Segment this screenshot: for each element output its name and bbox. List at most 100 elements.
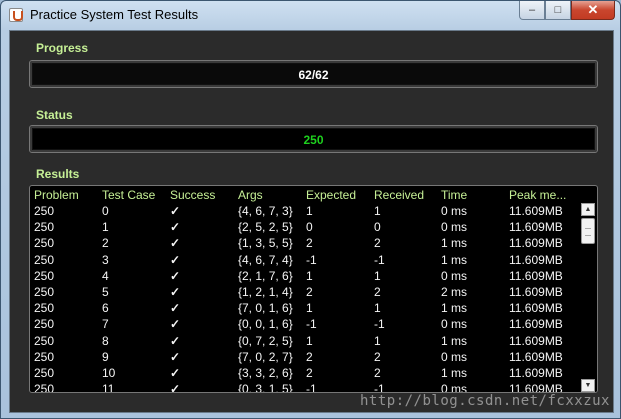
table-cell: 1 ms: [441, 365, 468, 380]
table-row[interactable]: 250 10 ✓ {3, 3, 2, 6} 2 2 1 ms 11.609MB: [30, 365, 581, 381]
table-cell: 11.609MB: [509, 252, 563, 267]
table-cell: 250: [34, 204, 55, 219]
table-cell: 2: [374, 365, 381, 380]
success-check-icon: ✓: [170, 236, 181, 251]
table-row[interactable]: 250 4 ✓ {2, 1, 7, 6} 1 1 0 ms 11.609MB: [30, 268, 581, 284]
column-header[interactable]: Received: [370, 186, 437, 203]
table-cell: 0: [374, 220, 381, 235]
table-cell: 1 ms: [441, 252, 468, 267]
success-check-icon: ✓: [170, 317, 181, 332]
progress-bar: 62/62: [29, 60, 598, 88]
table-cell: 11.609MB: [509, 268, 563, 283]
status-text: 250: [303, 133, 324, 147]
table-cell: 2: [374, 236, 381, 251]
column-header[interactable]: Peak me...: [505, 186, 581, 203]
column-header[interactable]: Success: [166, 186, 234, 203]
table-cell: 2: [306, 349, 313, 364]
success-check-icon: ✓: [170, 268, 181, 283]
table-cell: 2: [306, 285, 313, 300]
table-row[interactable]: 250 11 ✓ {0, 3, 1, 5} -1 -1 0 ms 11.609MB: [30, 381, 581, 393]
table-cell: 0 ms: [441, 349, 468, 364]
success-check-icon: ✓: [170, 301, 181, 316]
java-app-icon: [9, 8, 23, 22]
scroll-up-button[interactable]: ▲: [581, 203, 595, 216]
table-cell: 2: [306, 236, 313, 251]
table-cell: {7, 0, 1, 6}: [238, 301, 293, 316]
table-cell: 1: [374, 268, 381, 283]
table-cell: -1: [306, 382, 317, 393]
table-cell: 11.609MB: [509, 236, 563, 251]
table-cell: 11.609MB: [509, 349, 563, 364]
table-cell: -1: [306, 317, 317, 332]
window-title: Practice System Test Results: [30, 7, 199, 22]
table-row[interactable]: 250 5 ✓ {1, 2, 1, 4} 2 2 2 ms 11.609MB: [30, 284, 581, 300]
table-cell: 10: [102, 365, 116, 380]
table-cell: {4, 6, 7, 4}: [238, 252, 293, 267]
minimize-button[interactable]: –: [519, 1, 545, 20]
table-cell: -1: [374, 252, 385, 267]
table-cell: 11.609MB: [509, 204, 563, 219]
table-cell: 11.609MB: [509, 285, 563, 300]
table-cell: 1: [306, 204, 313, 219]
table-row[interactable]: 250 1 ✓ {2, 5, 2, 5} 0 0 0 ms 11.609MB: [30, 219, 581, 235]
table-row[interactable]: 250 2 ✓ {1, 3, 5, 5} 2 2 1 ms 11.609MB: [30, 235, 581, 251]
app-window: Practice System Test Results – □ ✕ Progr…: [0, 0, 621, 419]
table-cell: 11: [102, 382, 115, 393]
table-cell: {0, 7, 2, 5}: [238, 333, 293, 348]
table-cell: 0 ms: [441, 268, 468, 283]
title-bar[interactable]: Practice System Test Results – □ ✕: [1, 1, 620, 29]
column-header[interactable]: Time: [437, 186, 505, 203]
status-label: Status: [36, 108, 73, 122]
results-table-container[interactable]: Problem Test Case Success Args Expected Recei…: [29, 185, 598, 393]
table-cell: 11.609MB: [509, 317, 563, 332]
table-cell: 1: [306, 268, 313, 283]
table-cell: -1: [306, 252, 317, 267]
table-cell: 250: [34, 317, 55, 332]
table-row[interactable]: 250 7 ✓ {0, 0, 1, 6} -1 -1 0 ms 11.609MB: [30, 316, 581, 332]
success-check-icon: ✓: [170, 382, 181, 393]
column-header[interactable]: Test Case: [98, 186, 166, 203]
table-cell: 250: [34, 333, 55, 348]
status-bar: 250: [29, 125, 598, 153]
table-cell: 1: [374, 301, 381, 316]
table-cell: {0, 3, 1, 5}: [238, 382, 293, 393]
table-cell: 1 ms: [441, 301, 468, 316]
table-cell: {1, 3, 5, 5}: [238, 236, 293, 251]
column-header[interactable]: Problem: [30, 186, 98, 203]
watermark-text: http://blog.csdn.net/fcxxzux: [359, 393, 610, 409]
table-cell: 0 ms: [441, 204, 468, 219]
table-body: 250 0 ✓ {4, 6, 7, 3} 1 1 0 ms 11.609MB 250 1 ✓ {2, …: [30, 203, 581, 393]
table-row[interactable]: 250 3 ✓ {4, 6, 7, 4} -1 -1 1 ms 11.609MB: [30, 252, 581, 268]
scrollbar-thumb[interactable]: [581, 218, 595, 244]
table-cell: 250: [34, 252, 55, 267]
table-cell: 2: [306, 365, 313, 380]
success-check-icon: ✓: [170, 220, 181, 235]
table-cell: 0 ms: [441, 220, 468, 235]
column-header[interactable]: Expected: [302, 186, 370, 203]
table-cell: 2: [374, 285, 381, 300]
table-row[interactable]: 250 9 ✓ {7, 0, 2, 7} 2 2 0 ms 11.609MB: [30, 349, 581, 365]
close-button[interactable]: ✕: [571, 1, 615, 20]
table-cell: {7, 0, 2, 7}: [238, 349, 293, 364]
table-cell: 250: [34, 268, 55, 283]
table-row[interactable]: 250 8 ✓ {0, 7, 2, 5} 1 1 1 ms 11.609MB: [30, 333, 581, 349]
table-cell: 0: [102, 204, 109, 219]
table-cell: 7: [102, 317, 109, 332]
table-cell: 11.609MB: [509, 365, 563, 380]
maximize-button[interactable]: □: [545, 1, 571, 20]
column-header[interactable]: Args: [234, 186, 302, 203]
progress-label: Progress: [36, 41, 89, 55]
table-cell: 1: [102, 220, 109, 235]
table-cell: 11.609MB: [509, 220, 563, 235]
vertical-scrollbar[interactable]: ▲ ▼: [579, 203, 597, 392]
table-row[interactable]: 250 0 ✓ {4, 6, 7, 3} 1 1 0 ms 11.609MB: [30, 203, 581, 219]
table-cell: 6: [102, 301, 109, 316]
table-cell: 4: [102, 268, 109, 283]
table-cell: 3: [102, 252, 109, 267]
success-check-icon: ✓: [170, 204, 181, 219]
scroll-down-button[interactable]: ▼: [581, 379, 595, 392]
table-row[interactable]: 250 6 ✓ {7, 0, 1, 6} 1 1 1 ms 11.609MB: [30, 300, 581, 316]
results-table: Problem Test Case Success Args Expected Recei…: [30, 186, 581, 393]
table-cell: 250: [34, 365, 55, 380]
window-controls: – □ ✕: [519, 1, 615, 21]
